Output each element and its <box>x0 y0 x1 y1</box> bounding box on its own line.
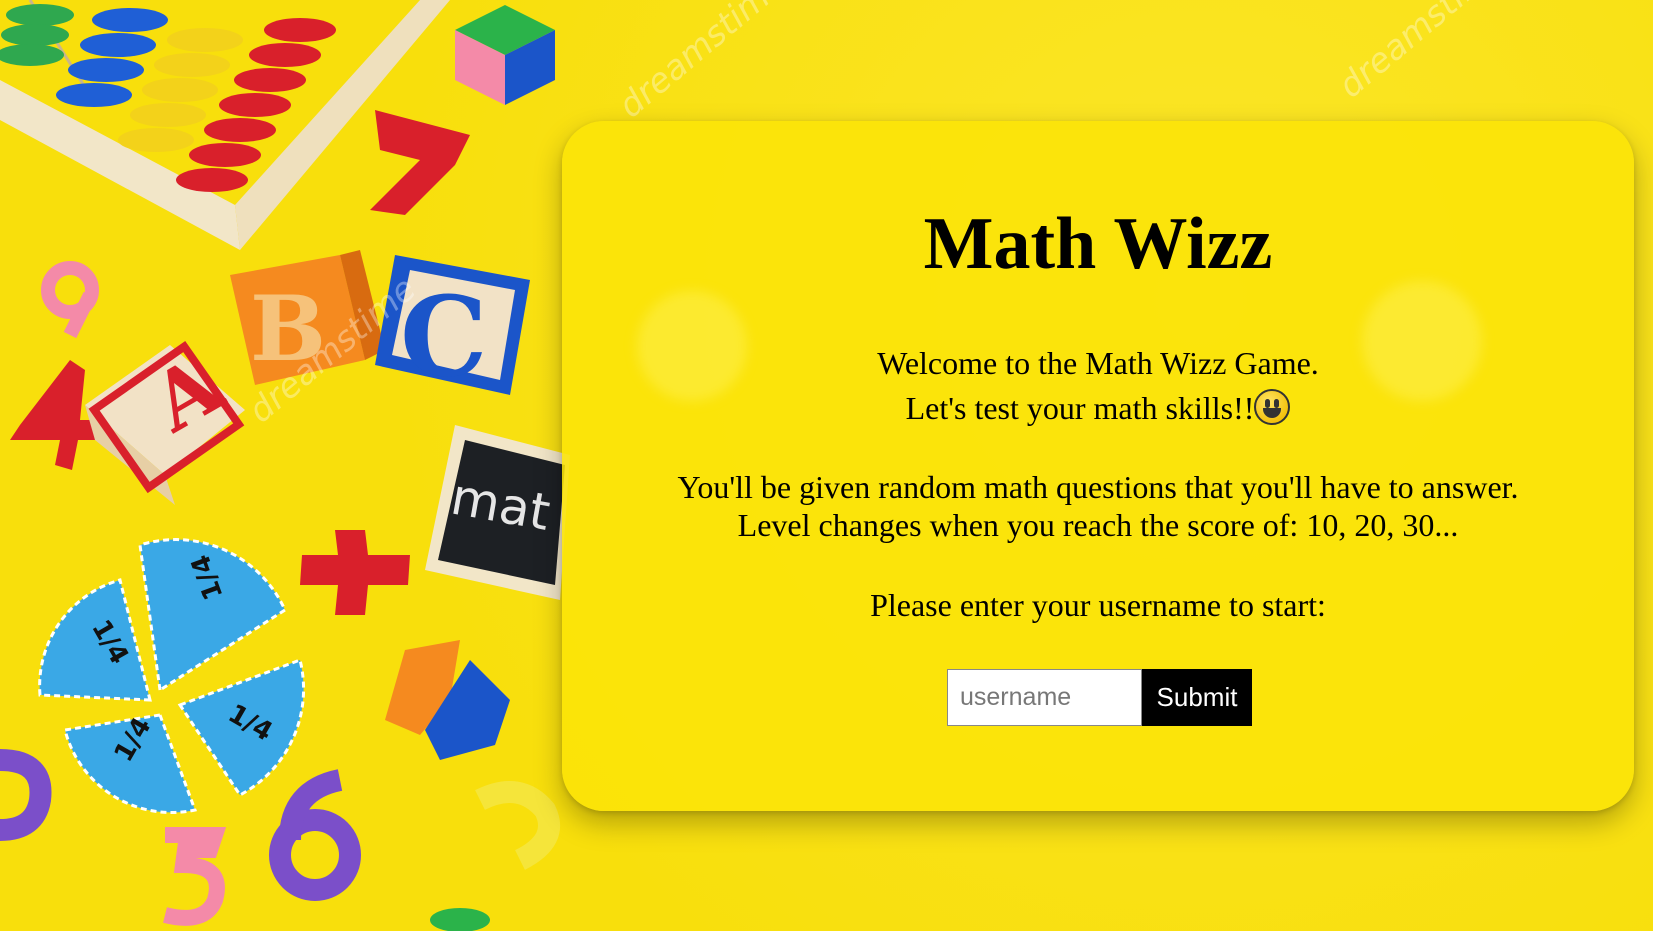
submit-button[interactable]: Submit <box>1142 669 1252 726</box>
page: A B C mat 1/4 1/4 1/4 1/4 dreamstime dre… <box>0 0 1653 931</box>
rules-line: You'll be given random math questions th… <box>677 469 1519 505</box>
chalkboard-image: mat <box>425 425 570 600</box>
welcome-text: Welcome to the Math Wizz Game. Let's tes… <box>562 341 1634 431</box>
welcome-card: Math Wizz Welcome to the Math Wizz Game.… <box>562 121 1634 811</box>
number-3-image <box>0 749 52 841</box>
game-title: Math Wizz <box>923 203 1273 285</box>
rules-line: Level changes when you reach the score o… <box>737 507 1459 543</box>
cube-image <box>455 5 555 105</box>
number-5-image <box>163 827 227 926</box>
username-form: Submit <box>947 669 1252 726</box>
leaf-image <box>430 908 490 931</box>
number-9-image <box>41 261 99 339</box>
number-6-image <box>269 769 361 901</box>
fraction-circle-image <box>38 538 306 815</box>
rules-text: You'll be given random math questions th… <box>562 468 1634 544</box>
plus-sign-image <box>300 530 410 615</box>
welcome-line: Welcome to the Math Wizz Game. <box>877 345 1319 381</box>
username-prompt: Please enter your username to start: <box>870 587 1326 623</box>
username-input[interactable] <box>947 669 1142 726</box>
question-mark-image <box>475 781 560 870</box>
number-7-image <box>370 110 470 215</box>
skills-line: Let's test your math skills!! <box>905 390 1255 426</box>
block-a-image: A <box>85 337 245 505</box>
welcome-line: Let's test your math skills!! <box>562 386 1634 431</box>
grinning-face-icon <box>1254 389 1291 425</box>
